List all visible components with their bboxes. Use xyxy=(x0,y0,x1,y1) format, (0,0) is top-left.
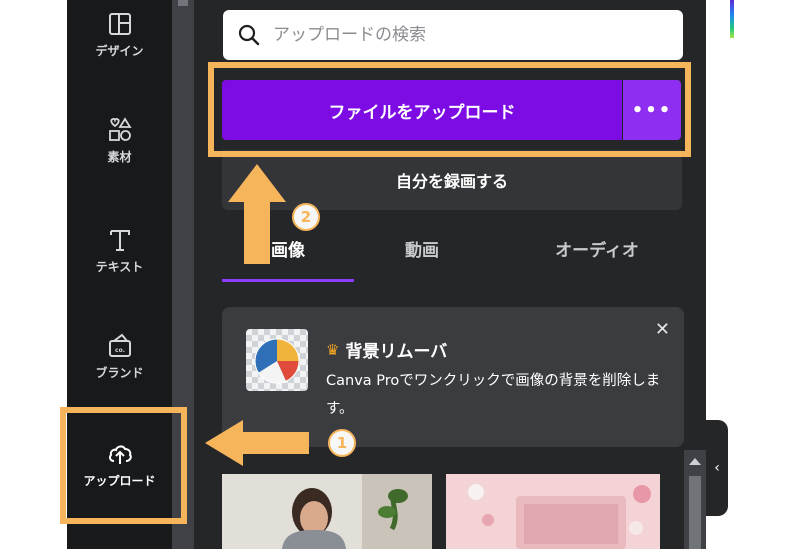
panel-scrollbar[interactable] xyxy=(684,450,706,549)
record-yourself-button[interactable]: 自分を録画する xyxy=(222,150,682,210)
promo-title: ♛ 背景リムーバ xyxy=(326,337,448,363)
step-2-badge: 2 xyxy=(292,203,320,231)
sidebar-item-label: 素材 xyxy=(107,150,132,164)
sidebar-item-label: デザイン xyxy=(95,44,144,58)
search-icon xyxy=(238,24,260,46)
svg-text:co.: co. xyxy=(115,347,125,354)
sidebar-item-design[interactable]: デザイン xyxy=(67,10,172,59)
tab-audio[interactable]: オーディオ xyxy=(512,228,682,284)
layout-icon xyxy=(108,13,131,35)
arrow-left-icon xyxy=(205,420,309,466)
shapes-icon xyxy=(108,117,132,141)
step-1-badge: 1 xyxy=(328,429,356,457)
beach-ball-image xyxy=(246,329,308,391)
panel-scrollbar-thumb[interactable] xyxy=(689,476,701,549)
sidebar-item-elements[interactable]: 素材 xyxy=(67,116,172,165)
sidebar-item-label: テキスト xyxy=(95,260,144,274)
sidebar-item-brand[interactable]: co. ブランド xyxy=(67,332,172,381)
uploaded-image-thumbnail[interactable] xyxy=(446,474,660,549)
active-tab-indicator xyxy=(222,279,354,282)
sidebar-item-label: ブランド xyxy=(95,366,144,380)
search-input[interactable] xyxy=(273,20,653,50)
text-icon xyxy=(109,230,130,251)
media-tabs: 画像 動画 オーディオ xyxy=(222,228,682,284)
collapse-panel-button[interactable]: ‹ xyxy=(706,420,728,516)
tab-videos[interactable]: 動画 xyxy=(362,228,482,284)
scroll-up-icon[interactable] xyxy=(689,458,701,465)
chevron-left-icon: ‹ xyxy=(714,460,720,476)
crown-icon: ♛ xyxy=(326,340,340,359)
promo-description: Canva Proでワンクリックで画像の背景を削除します。 xyxy=(326,373,661,417)
highlight-upload-button xyxy=(208,62,691,157)
close-icon[interactable]: ✕ xyxy=(655,319,670,340)
highlight-uploads-sidebar xyxy=(60,407,187,524)
promo-title-text: 背景リムーバ xyxy=(345,342,448,362)
arrow-up-icon xyxy=(228,164,286,264)
uploaded-image-thumbnail[interactable] xyxy=(222,474,432,549)
canvas-color-strip xyxy=(730,0,734,38)
canva-upload-screen: デザイン 素材 テキスト co. ブランド アップロード アップロードの検索 フ… xyxy=(0,0,800,549)
rail-scrollbar-thumb[interactable] xyxy=(178,0,188,6)
brand-icon: co. xyxy=(108,333,131,357)
search-box[interactable] xyxy=(223,10,683,60)
sidebar-item-text[interactable]: テキスト xyxy=(67,226,172,275)
